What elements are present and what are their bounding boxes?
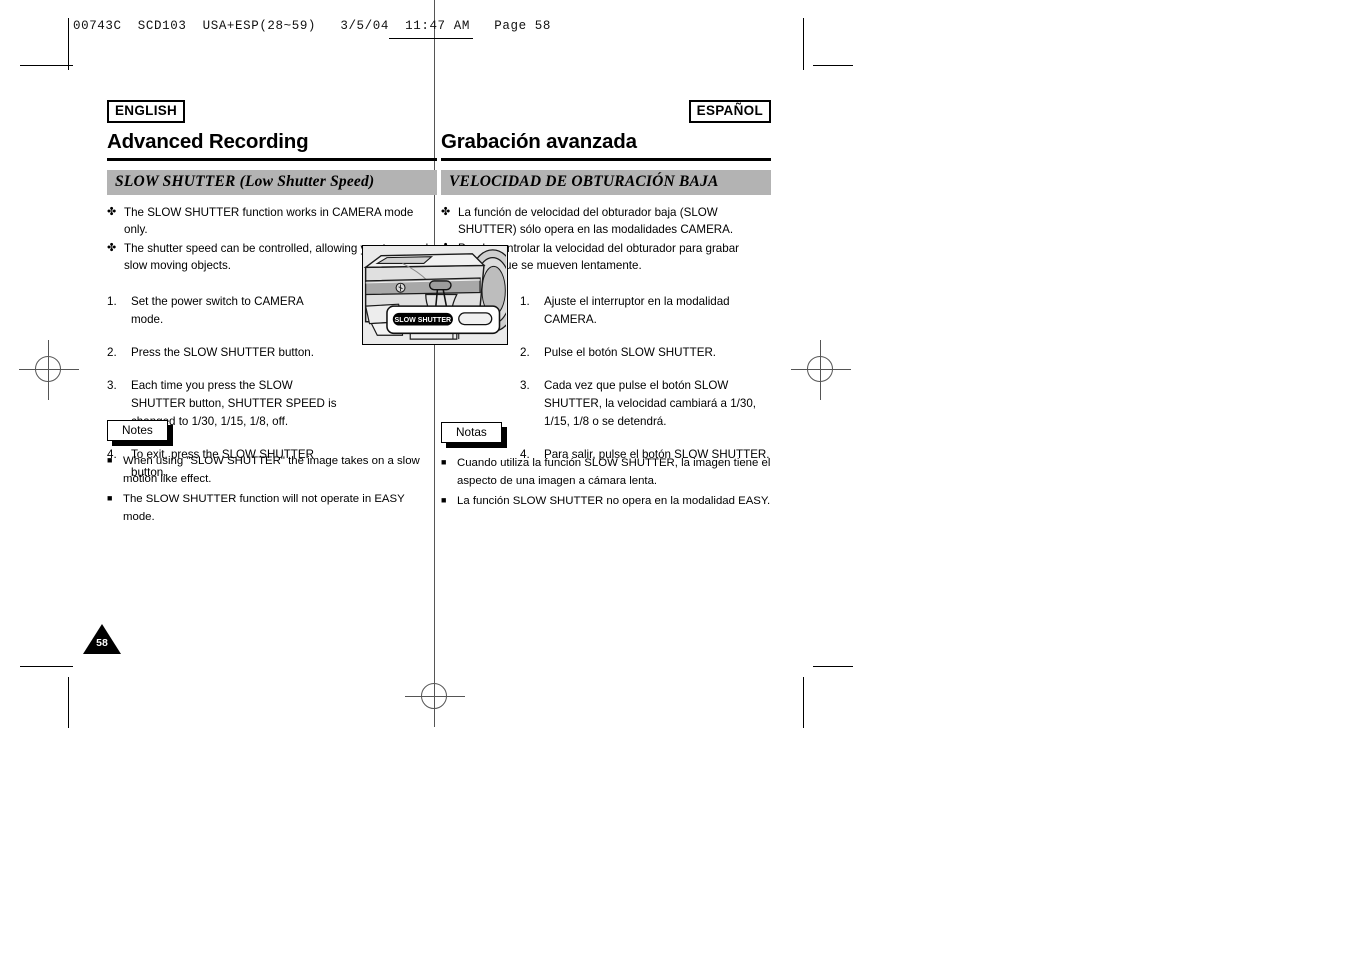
step-text: Set the power switch to CAMERA mode. — [131, 294, 304, 326]
note-text: The SLOW SHUTTER function will not opera… — [123, 492, 405, 523]
note-text: When using "SLOW SHUTTER" the image take… — [123, 455, 420, 486]
step-number: 1. — [520, 294, 530, 308]
note-text: La función SLOW SHUTTER no opera en la m… — [457, 494, 771, 507]
square-bullet-icon: ■ — [441, 457, 447, 467]
crop-mark-bottom-left-horizontal — [20, 666, 73, 667]
english-notes-label: Notes — [107, 420, 168, 441]
english-notes-block: Notes ■ When using "SLOW SHUTTER" the im… — [107, 420, 437, 527]
spanish-chapter-title: Grabación avanzada — [441, 129, 637, 153]
spanish-title-rule — [441, 157, 771, 161]
spanish-language-tag-row: ESPAÑOL — [441, 100, 771, 123]
step-text: Press the SLOW SHUTTER button. — [131, 345, 314, 359]
step-item: 1. Set the power switch to CAMERA mode. — [107, 293, 337, 329]
registration-target-left — [19, 340, 79, 400]
registration-target-right — [791, 340, 851, 400]
camcorder-illustration: SLOW SHUTTER — [362, 245, 508, 345]
registration-circle — [807, 356, 833, 382]
registration-circle — [35, 356, 61, 382]
square-bullet-icon: ■ — [107, 455, 113, 465]
square-bullet-icon: ■ — [107, 492, 113, 503]
step-number: 2. — [107, 345, 117, 359]
page-number-text: 58 — [96, 637, 108, 649]
clover-bullet-icon: ✤ — [441, 205, 451, 218]
spanish-notes-block: Notas ■ Cuando utiliza la función SLOW S… — [441, 422, 771, 511]
bullet-text: The SLOW SHUTTER function works in CAMER… — [124, 205, 414, 237]
page-number-badge: 58 — [83, 624, 121, 654]
spanish-notes-label-wrapper: Notas — [441, 422, 507, 448]
camcorder-figure-svg: SLOW SHUTTER — [363, 246, 507, 343]
english-section-title: SLOW SHUTTER (Low Shutter Speed) — [107, 169, 437, 195]
bullet-text: La función de velocidad del obturador ba… — [458, 205, 734, 237]
crop-mark-bottom-right-vertical — [803, 677, 804, 728]
spanish-section-title: VELOCIDAD DE OBTURACIÓN BAJA — [441, 169, 771, 195]
english-chapter-title: Advanced Recording — [107, 129, 309, 153]
crop-mark-bottom-left-vertical — [68, 677, 69, 728]
step-item: 2. Press the SLOW SHUTTER button. — [107, 344, 337, 362]
language-tag-spanish: ESPAÑOL — [688, 100, 771, 123]
note-item: ■ La función SLOW SHUTTER no opera en la… — [441, 492, 771, 510]
step-text: Ajuste el interruptor en la modalidad CA… — [544, 294, 730, 326]
spanish-note-list: ■ Cuando utiliza la función SLOW SHUTTER… — [441, 454, 771, 510]
english-note-list: ■ When using "SLOW SHUTTER" the image ta… — [107, 452, 437, 526]
note-text: Cuando utiliza la función SLOW SHUTTER, … — [457, 457, 771, 488]
registration-target-bottom-center — [405, 667, 465, 727]
clover-bullet-icon: ✤ — [107, 241, 117, 254]
print-file-header: 00743C SCD103 USA+ESP(28~59) 3/5/04 11:4… — [73, 19, 551, 33]
step-item: 2. Pulse el botón SLOW SHUTTER. — [520, 344, 772, 362]
note-item: ■ Cuando utiliza la función SLOW SHUTTER… — [441, 454, 771, 491]
print-file-header-underline — [389, 38, 473, 39]
slow-shutter-button-label: SLOW SHUTTER — [395, 316, 452, 324]
note-item: ■ When using "SLOW SHUTTER" the image ta… — [107, 452, 437, 489]
step-number: 1. — [107, 294, 117, 308]
crop-mark-top-right-horizontal — [813, 65, 853, 66]
bullet-item: ✤ La función de velocidad del obturador … — [441, 204, 771, 239]
crop-mark-top-left-horizontal — [20, 65, 73, 66]
square-bullet-icon: ■ — [441, 494, 447, 505]
spanish-notes-label: Notas — [441, 422, 502, 443]
step-number: 2. — [520, 345, 530, 359]
step-item: 1. Ajuste el interruptor en la modalidad… — [520, 293, 772, 329]
crop-mark-bottom-right-horizontal — [813, 666, 853, 667]
english-title-rule — [107, 157, 437, 161]
crop-mark-top-right-vertical — [803, 18, 804, 70]
crop-mark-top-left-vertical — [68, 18, 69, 70]
note-item: ■ The SLOW SHUTTER function will not ope… — [107, 490, 437, 527]
english-notes-label-wrapper: Notes — [107, 420, 173, 446]
step-text: Pulse el botón SLOW SHUTTER. — [544, 345, 717, 359]
language-tag-english: ENGLISH — [107, 100, 186, 123]
bullet-item: ✤ The SLOW SHUTTER function works in CAM… — [107, 204, 437, 239]
clover-bullet-icon: ✤ — [107, 205, 117, 218]
printed-page: 00743C SCD103 USA+ESP(28~59) 3/5/04 11:4… — [0, 0, 1351, 954]
english-language-tag-row: ENGLISH — [107, 100, 437, 123]
